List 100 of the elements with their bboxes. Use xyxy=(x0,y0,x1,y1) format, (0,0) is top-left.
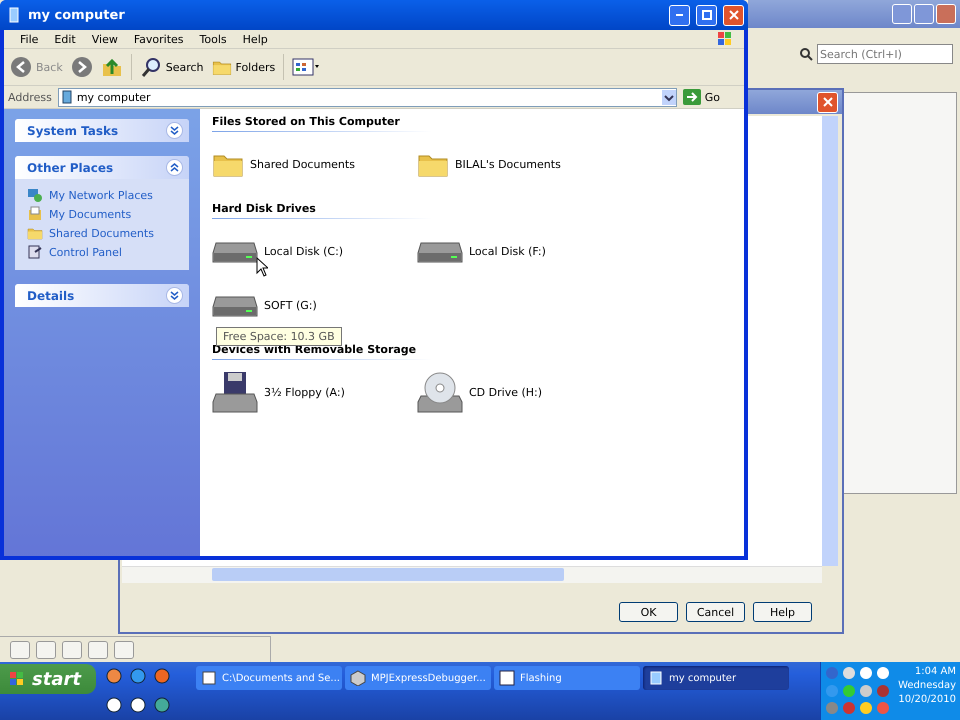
minimize-icon xyxy=(676,14,683,16)
toolbar-icon[interactable] xyxy=(62,641,82,659)
window-icon xyxy=(499,670,515,686)
address-field[interactable]: my computer xyxy=(58,88,677,106)
clock-day: Wednesday xyxy=(898,680,956,691)
documents-icon xyxy=(27,206,43,222)
toolbar-icon[interactable] xyxy=(36,641,56,659)
taskbar-button[interactable]: Flashing xyxy=(494,666,640,690)
tray-icon xyxy=(825,684,839,698)
notepad-icon xyxy=(201,670,217,686)
windows-logo-icon xyxy=(8,670,26,688)
close-button[interactable] xyxy=(936,4,956,24)
clock-time: 1:04 AM xyxy=(914,666,956,677)
toolbar-icon[interactable] xyxy=(114,641,134,659)
clock-date: 10/20/2010 xyxy=(898,694,956,705)
drive-item[interactable]: SOFT (G:) xyxy=(212,287,417,323)
tray-icon xyxy=(842,684,856,698)
dialog-button[interactable]: Help xyxy=(753,602,812,622)
network-icon xyxy=(27,187,43,203)
tray-icon xyxy=(859,684,873,698)
computer-icon xyxy=(648,670,664,686)
drive-item[interactable]: Local Disk (C:) xyxy=(212,233,417,269)
dialog-button[interactable]: Cancel xyxy=(686,602,745,622)
folder-up-arrow-icon xyxy=(100,56,123,78)
section-heading: Files Stored on This Computer xyxy=(212,111,432,132)
taskbar-button[interactable]: my computer xyxy=(643,666,789,690)
tray-icon xyxy=(876,666,890,680)
tray-icon xyxy=(859,666,873,680)
drive-item[interactable]: 3½ Floppy (A:) xyxy=(212,374,417,410)
search-button[interactable]: Search xyxy=(140,56,204,78)
sidebar-link[interactable]: My Documents xyxy=(27,206,179,222)
menu-item[interactable]: Help xyxy=(234,32,276,46)
address-label: Address xyxy=(8,90,52,104)
tray-icon xyxy=(876,701,890,716)
folders-button[interactable]: Folders xyxy=(212,57,276,77)
dialog-button[interactable]: OK xyxy=(619,602,678,622)
sidebar-link[interactable]: Control Panel xyxy=(27,244,179,260)
maximize-icon xyxy=(702,10,712,20)
quick-launch-icon xyxy=(130,697,146,713)
up-button[interactable] xyxy=(100,56,123,78)
quick-launch-icon xyxy=(106,697,122,713)
drive-item[interactable]: CD Drive (H:) xyxy=(417,374,622,410)
windows-logo-icon xyxy=(716,30,734,48)
cd-drive-icon xyxy=(417,370,463,414)
close-button[interactable] xyxy=(723,4,744,26)
close-icon xyxy=(728,10,738,20)
control-panel-icon xyxy=(27,244,43,260)
quick-launch-icon xyxy=(154,697,170,713)
drive-item[interactable]: Local Disk (F:) xyxy=(417,233,622,269)
grid-view-icon xyxy=(292,58,320,76)
menu-item[interactable]: Edit xyxy=(46,32,84,46)
horizontal-scrollbar[interactable] xyxy=(122,566,822,583)
views-button[interactable] xyxy=(292,58,320,76)
computer-icon xyxy=(60,90,73,104)
collapse-chevron-icon xyxy=(170,163,179,172)
search-icon xyxy=(799,47,813,61)
panel-header[interactable]: Other Places xyxy=(15,156,189,179)
tray-icon xyxy=(842,666,856,680)
sidebar-link[interactable]: Shared Documents xyxy=(27,225,179,241)
minimize-button[interactable] xyxy=(669,4,690,26)
tooltip: Free Space: 10.3 GB xyxy=(216,327,342,346)
window-title: my computer xyxy=(28,8,126,22)
expand-chevron-icon xyxy=(170,126,179,135)
start-button[interactable]: start xyxy=(0,664,96,694)
maximize-button[interactable] xyxy=(914,4,934,24)
forward-button[interactable] xyxy=(70,56,93,78)
floppy-drive-icon xyxy=(212,370,258,414)
sidebar-link[interactable]: My Network Places xyxy=(27,187,179,203)
panel-header[interactable]: Details xyxy=(15,284,189,307)
close-icon xyxy=(822,97,832,107)
menu-item[interactable]: Favorites xyxy=(126,32,192,46)
toolbar-icon[interactable] xyxy=(88,641,108,659)
drive-item[interactable]: Shared Documents xyxy=(212,146,417,182)
toolbar-icon[interactable] xyxy=(10,641,30,659)
mouse-pointer-icon xyxy=(256,257,268,277)
panel-header[interactable]: System Tasks xyxy=(15,119,189,142)
expand-chevron-icon xyxy=(170,291,179,300)
tray-icon xyxy=(825,701,839,716)
cube-icon xyxy=(350,670,366,686)
quick-launch-icon xyxy=(154,668,170,684)
menu-item[interactable]: File xyxy=(12,32,46,46)
menu-item[interactable]: View xyxy=(84,32,126,46)
tray-icon xyxy=(842,701,856,716)
maximize-button[interactable] xyxy=(696,4,717,26)
quick-launch-icon xyxy=(130,668,146,684)
quick-launch-icon xyxy=(106,668,122,684)
search-icon xyxy=(140,56,162,78)
taskbar-button[interactable]: MPJExpressDebugger... xyxy=(345,666,491,690)
tray-icon xyxy=(825,666,839,680)
drive-item[interactable]: BILAL's Documents xyxy=(417,146,622,182)
tray-icon xyxy=(859,701,873,716)
search-field[interactable]: Search (Ctrl+I) xyxy=(817,44,953,64)
vertical-scrollbar[interactable] xyxy=(822,116,838,566)
minimize-button[interactable] xyxy=(892,4,912,24)
taskbar-button[interactable]: C:\Documents and Se... xyxy=(196,666,342,690)
menu-item[interactable]: Tools xyxy=(192,32,235,46)
close-button[interactable] xyxy=(817,92,838,112)
go-button[interactable]: Go xyxy=(682,89,740,105)
tray-icon xyxy=(876,684,890,698)
section-heading: Hard Disk Drives xyxy=(212,198,432,219)
